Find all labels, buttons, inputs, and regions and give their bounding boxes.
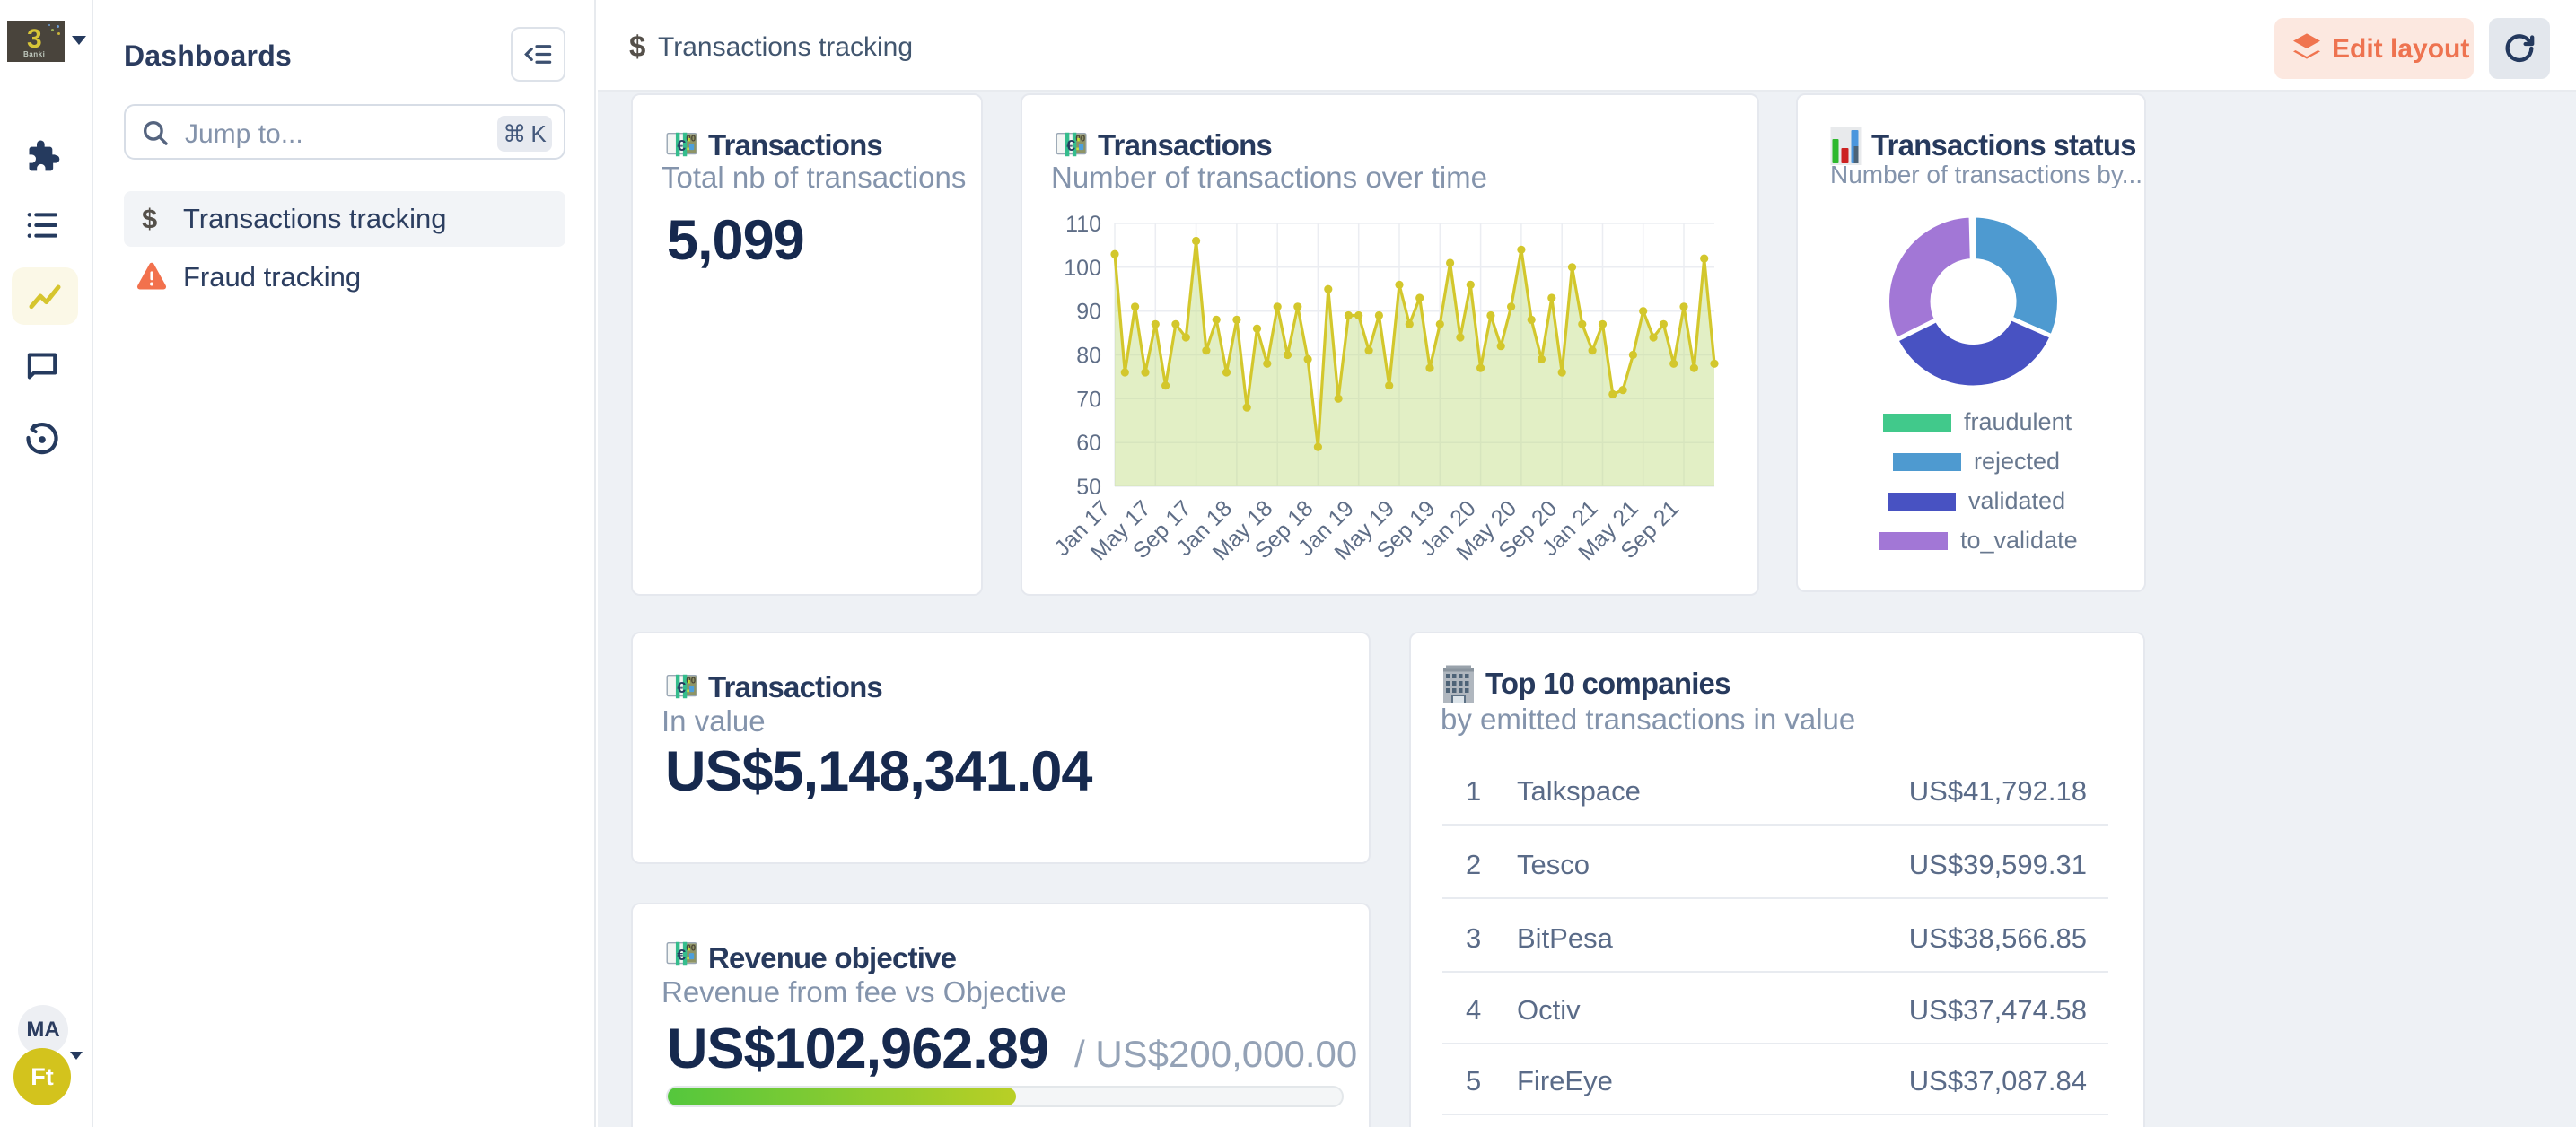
svg-text:80: 80 xyxy=(1076,344,1101,369)
svg-text:110: 110 xyxy=(1065,212,1101,237)
svg-text:70: 70 xyxy=(1076,387,1101,412)
svg-text:60: 60 xyxy=(1076,431,1101,456)
svg-text:50: 50 xyxy=(1076,475,1101,500)
svg-text:90: 90 xyxy=(1076,300,1101,325)
svg-text:100: 100 xyxy=(1064,256,1101,281)
